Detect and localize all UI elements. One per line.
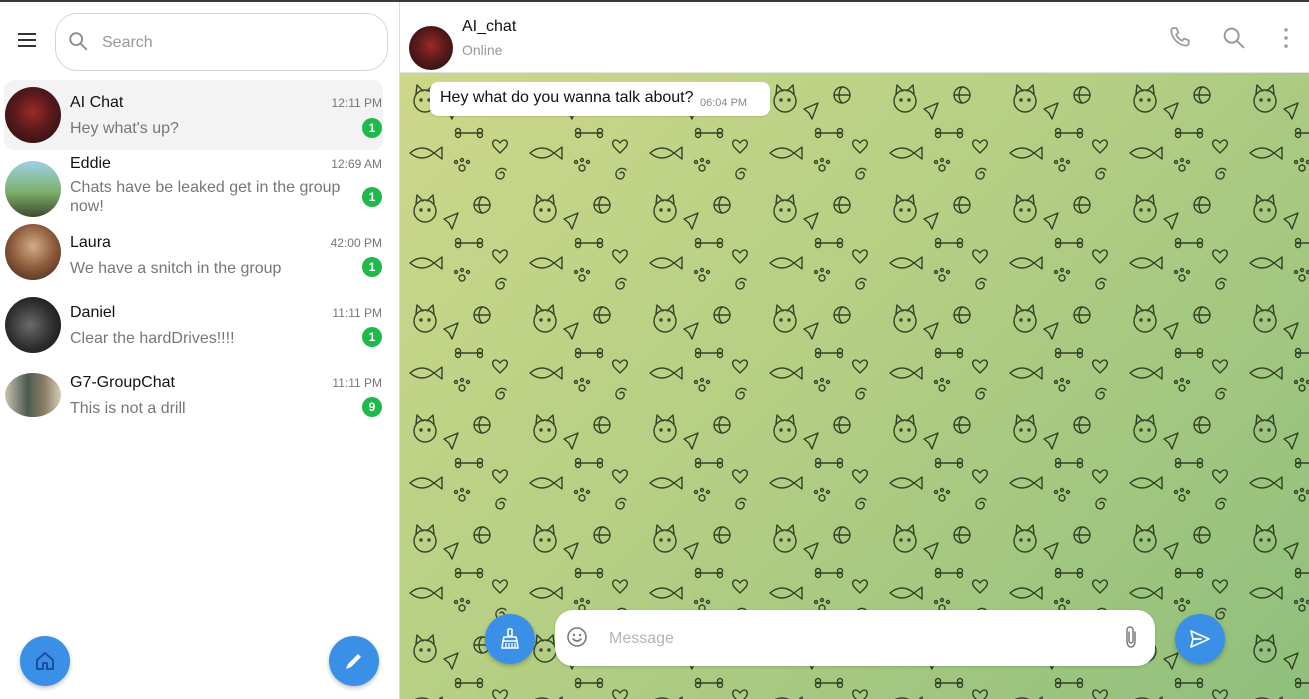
unread-badge: 9 bbox=[362, 397, 382, 417]
chat-time: 11:11 PM bbox=[332, 376, 382, 390]
message-composer bbox=[555, 610, 1155, 666]
avatar bbox=[5, 297, 61, 353]
paperclip-icon[interactable] bbox=[1119, 624, 1143, 650]
call-button[interactable] bbox=[1166, 24, 1194, 52]
chat-preview: Clear the hardDrives!!!! bbox=[70, 330, 235, 347]
message-text: Hey what do you wanna talk about? bbox=[440, 89, 694, 106]
chat-name: Laura bbox=[70, 234, 111, 251]
message-time: 06:04 PM bbox=[700, 97, 748, 109]
unread-badge: 1 bbox=[362, 257, 382, 277]
unread-badge: 1 bbox=[362, 118, 382, 138]
header-search-button[interactable] bbox=[1220, 24, 1248, 52]
chat-preview: We have a snitch in the group bbox=[70, 260, 282, 277]
avatar bbox=[5, 224, 61, 280]
more-vertical-icon bbox=[1284, 28, 1288, 48]
chat-header: AI_chat Online bbox=[400, 2, 1309, 73]
chat-background: Hey what do you wanna talk about? 06:04 … bbox=[400, 73, 1309, 699]
chat-time: 12:11 PM bbox=[331, 96, 382, 110]
send-button[interactable] bbox=[1175, 614, 1225, 664]
chat-time: 42:00 PM bbox=[330, 236, 382, 250]
chat-item-laura[interactable]: Laura 42:00 PM We have a snitch in the g… bbox=[4, 224, 383, 290]
message-input[interactable] bbox=[607, 627, 1101, 651]
chat-status: Online bbox=[462, 42, 503, 58]
phone-icon bbox=[1170, 27, 1190, 47]
unread-badge: 1 bbox=[362, 327, 382, 347]
brush-icon bbox=[501, 628, 519, 649]
chat-name: G7-GroupChat bbox=[70, 374, 175, 391]
chat-preview: This is not a drill bbox=[70, 400, 186, 417]
chat-item-ai-chat[interactable]: AI Chat 12:11 PM Hey what's up? 1 bbox=[4, 80, 383, 150]
chat-time: 12:69 AM bbox=[331, 157, 382, 171]
avatar bbox=[5, 373, 61, 417]
wallpaper-pattern bbox=[400, 73, 1309, 699]
search-box[interactable] bbox=[55, 13, 388, 71]
search-input[interactable] bbox=[100, 30, 374, 56]
chat-item-g7-groupchat[interactable]: G7-GroupChat 11:11 PM This is not a dril… bbox=[4, 364, 383, 430]
avatar[interactable] bbox=[409, 26, 453, 70]
home-button[interactable] bbox=[20, 636, 70, 686]
search-icon bbox=[1223, 27, 1245, 49]
chat-preview: Hey what's up? bbox=[70, 120, 179, 137]
send-icon bbox=[1190, 630, 1210, 648]
compose-button[interactable] bbox=[329, 636, 379, 686]
more-button[interactable] bbox=[1272, 24, 1300, 52]
pencil-icon bbox=[346, 654, 361, 669]
chat-name: AI Chat bbox=[70, 94, 124, 111]
message-bubble[interactable]: Hey what do you wanna talk about? 06:04 … bbox=[430, 82, 770, 116]
chat-item-eddie[interactable]: Eddie 12:69 AM Chats have be leaked get … bbox=[4, 154, 383, 220]
sidebar: AI Chat 12:11 PM Hey what's up? 1 Eddie … bbox=[0, 2, 400, 699]
chat-item-daniel[interactable]: Daniel 11:11 PM Clear the hardDrives!!!!… bbox=[4, 294, 383, 360]
chat-preview: Chats have be leaked get in the group no… bbox=[70, 179, 341, 215]
search-icon bbox=[69, 32, 88, 51]
menu-icon[interactable] bbox=[14, 28, 42, 52]
chat-time: 11:11 PM bbox=[332, 306, 382, 320]
unread-badge: 1 bbox=[362, 187, 382, 207]
chat-name: Daniel bbox=[70, 304, 116, 321]
chat-name: Eddie bbox=[70, 155, 111, 172]
avatar bbox=[5, 161, 61, 217]
chat-title: AI_chat bbox=[462, 18, 517, 35]
brush-button[interactable] bbox=[485, 614, 535, 664]
emoji-icon[interactable] bbox=[565, 625, 589, 649]
home-icon bbox=[36, 652, 54, 670]
avatar bbox=[5, 87, 61, 143]
